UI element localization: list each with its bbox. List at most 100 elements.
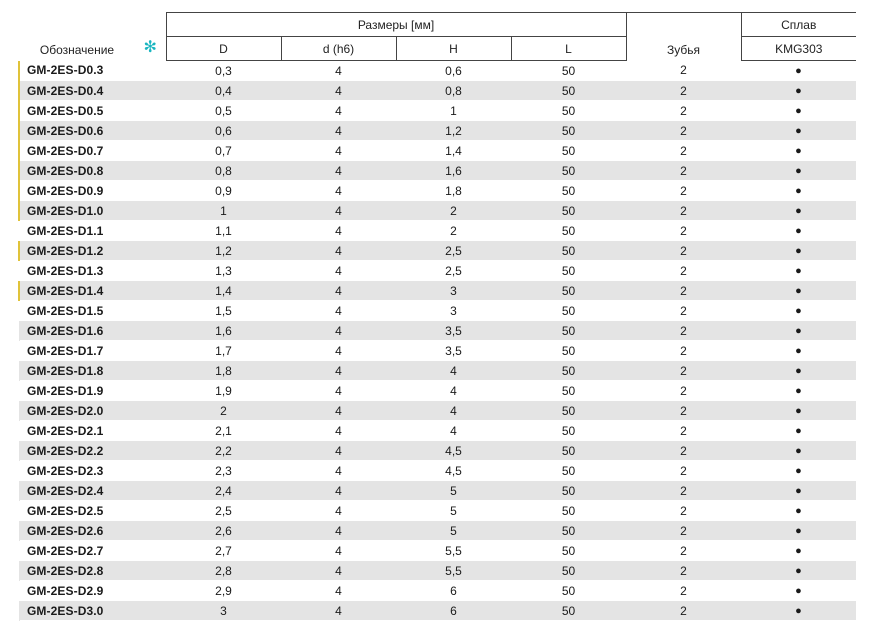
H-cell: 2,5 xyxy=(396,260,511,281)
L-cell: 50 xyxy=(511,420,626,441)
d-cell: 4 xyxy=(281,80,396,101)
star-cell xyxy=(135,520,166,541)
H-cell: 5 xyxy=(396,500,511,521)
table-row: GM-2ES-D2.3 2,3 4 4,5 50 2 ● xyxy=(19,460,856,481)
code-cell: GM-2ES-D2.9 xyxy=(19,580,135,601)
teeth-cell: 2 xyxy=(626,380,741,401)
alloy-cell: ● xyxy=(741,120,856,141)
alloy-cell: ● xyxy=(741,80,856,101)
code-cell: GM-2ES-D1.2 xyxy=(18,240,135,261)
L-cell: 50 xyxy=(511,480,626,501)
d-cell: 4 xyxy=(281,240,396,261)
alloy-cell: ● xyxy=(741,480,856,501)
star-cell xyxy=(135,200,166,221)
table-row: GM-2ES-D1.6 1,6 4 3,5 50 2 ● xyxy=(19,320,856,341)
alloy-cell: ● xyxy=(741,280,856,301)
table-row: GM-2ES-D2.9 2,9 4 6 50 2 ● xyxy=(19,580,856,601)
code-cell: GM-2ES-D2.4 xyxy=(19,480,135,501)
D-cell: 2,2 xyxy=(166,440,281,461)
L-cell: 50 xyxy=(511,300,626,321)
D-cell: 1,7 xyxy=(166,340,281,361)
D-cell: 1,9 xyxy=(166,380,281,401)
d-cell: 4 xyxy=(281,400,396,421)
table-row: GM-2ES-D2.0 2 4 4 50 2 ● xyxy=(19,400,856,421)
d-cell: 4 xyxy=(281,220,396,241)
L-cell: 50 xyxy=(511,320,626,341)
teeth-cell: 2 xyxy=(626,560,741,581)
H-cell: 3,5 xyxy=(396,320,511,341)
teeth-cell: 2 xyxy=(626,280,741,301)
code-cell: GM-2ES-D0.5 xyxy=(18,100,135,121)
L-cell: 50 xyxy=(511,220,626,241)
code-cell: GM-2ES-D2.7 xyxy=(19,540,135,561)
teeth-cell: 2 xyxy=(626,540,741,561)
table-row: GM-2ES-D2.4 2,4 4 5 50 2 ● xyxy=(19,480,856,501)
H-cell: 4 xyxy=(396,420,511,441)
star-cell xyxy=(135,320,166,341)
d-cell: 4 xyxy=(281,580,396,601)
L-cell: 50 xyxy=(511,380,626,401)
D-cell: 2,1 xyxy=(166,420,281,441)
alloy-cell: ● xyxy=(741,400,856,421)
table-row: GM-2ES-D0.6 0,6 4 1,2 50 2 ● xyxy=(18,120,856,141)
alloy-cell: ● xyxy=(741,360,856,381)
d-cell: 4 xyxy=(281,360,396,381)
table-row: GM-2ES-D1.0 1 4 2 50 2 ● xyxy=(18,200,856,221)
code-cell: GM-2ES-D1.4 xyxy=(18,280,135,301)
alloy-cell: ● xyxy=(741,380,856,401)
star-cell xyxy=(135,160,166,181)
L-cell: 50 xyxy=(511,200,626,221)
table-row: GM-2ES-D2.5 2,5 4 5 50 2 ● xyxy=(19,500,856,521)
H-cell: 4 xyxy=(396,400,511,421)
D-cell: 2,3 xyxy=(166,460,281,481)
D-cell: 2,9 xyxy=(166,580,281,601)
D-cell: 0,5 xyxy=(166,100,281,121)
table-row: GM-2ES-D2.7 2,7 4 5,5 50 2 ● xyxy=(19,540,856,561)
teeth-cell: 2 xyxy=(626,520,741,541)
sizes-group-header: Размеры [мм] xyxy=(165,12,626,37)
table-row: GM-2ES-D0.8 0,8 4 1,6 50 2 ● xyxy=(18,160,856,181)
col-d-header: d (h6) xyxy=(280,36,396,61)
star-cell xyxy=(135,220,166,241)
H-cell: 5 xyxy=(396,480,511,501)
L-cell: 50 xyxy=(511,560,626,581)
H-cell: 4 xyxy=(396,380,511,401)
L-cell: 50 xyxy=(511,400,626,421)
code-cell: GM-2ES-D0.6 xyxy=(18,120,135,141)
d-cell: 4 xyxy=(281,140,396,161)
d-cell: 4 xyxy=(281,280,396,301)
H-cell: 1,4 xyxy=(396,140,511,161)
teeth-cell: 2 xyxy=(626,400,741,421)
code-cell: GM-2ES-D2.1 xyxy=(19,420,135,441)
d-cell: 4 xyxy=(281,100,396,121)
star-cell xyxy=(135,140,166,161)
H-cell: 0,6 xyxy=(396,60,511,81)
code-cell: GM-2ES-D1.5 xyxy=(19,300,135,321)
alloy-cell: ● xyxy=(741,580,856,601)
teeth-cell: 2 xyxy=(626,140,741,161)
d-cell: 4 xyxy=(281,480,396,501)
L-cell: 50 xyxy=(511,100,626,121)
star-cell xyxy=(135,300,166,321)
star-cell xyxy=(135,560,166,581)
D-cell: 0,6 xyxy=(166,120,281,141)
star-cell xyxy=(135,60,166,81)
L-cell: 50 xyxy=(511,340,626,361)
D-cell: 2 xyxy=(166,400,281,421)
L-cell: 50 xyxy=(511,180,626,201)
code-cell: GM-2ES-D2.0 xyxy=(19,400,135,421)
table-row: GM-2ES-D1.1 1,1 4 2 50 2 ● xyxy=(19,220,856,241)
H-cell: 6 xyxy=(396,600,511,621)
H-cell: 6 xyxy=(396,580,511,601)
teeth-cell: 2 xyxy=(626,440,741,461)
alloy-grade-header: KMG303 xyxy=(740,36,856,61)
code-cell: GM-2ES-D0.7 xyxy=(18,140,135,161)
teeth-cell: 2 xyxy=(626,120,741,141)
code-cell: GM-2ES-D0.8 xyxy=(18,160,135,181)
star-icon: ✻ xyxy=(143,38,157,56)
alloy-cell: ● xyxy=(741,600,856,621)
L-cell: 50 xyxy=(511,460,626,481)
code-cell: GM-2ES-D0.3 xyxy=(18,60,135,81)
teeth-cell: 2 xyxy=(626,80,741,101)
teeth-cell: 2 xyxy=(626,420,741,441)
